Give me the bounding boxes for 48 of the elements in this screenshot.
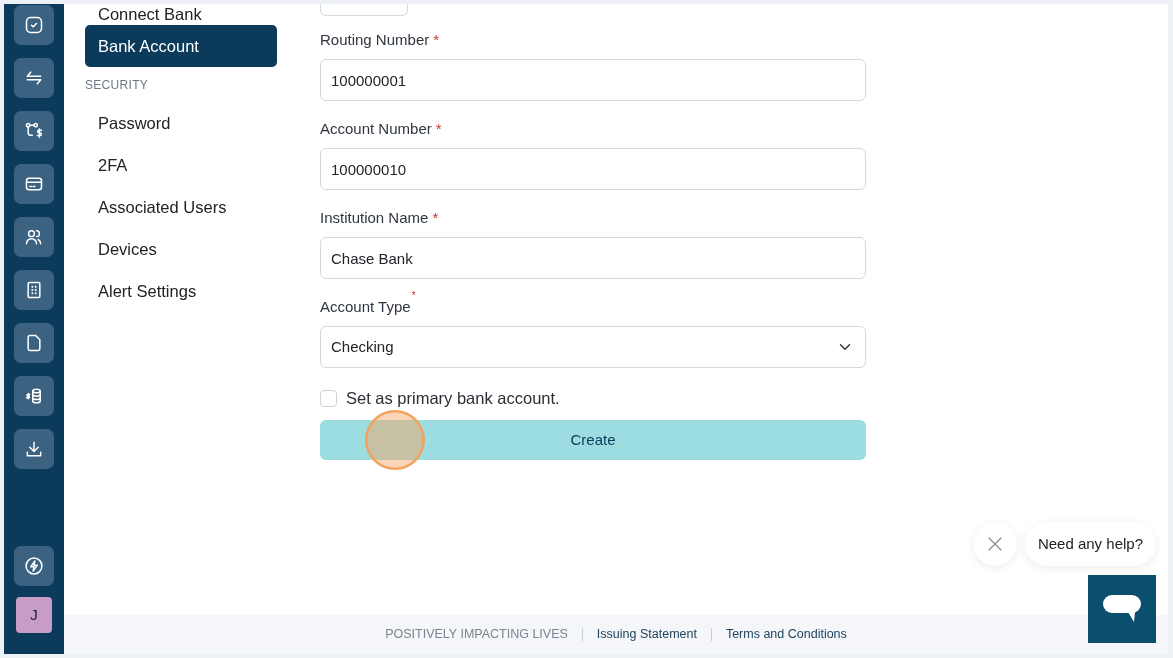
text-input[interactable]: Chase Bank xyxy=(320,237,866,279)
settings-nav-item[interactable]: 2FA xyxy=(85,144,277,186)
card-icon xyxy=(24,174,44,194)
footer-link[interactable]: Issuing Statement xyxy=(596,625,697,644)
sidebar-button[interactable] xyxy=(14,270,54,310)
dollar-branch-icon xyxy=(24,121,44,141)
check-square-icon xyxy=(24,15,44,35)
swap-arrows-icon xyxy=(24,68,44,88)
sidebar-button[interactable] xyxy=(14,5,54,45)
field-label: Account Number * xyxy=(320,119,442,139)
sidebar-button[interactable] xyxy=(14,111,54,151)
settings-nav-item[interactable]: Bank Account xyxy=(85,25,277,67)
dropdown[interactable]: Checking xyxy=(320,326,866,368)
settings-nav-item[interactable]: Password xyxy=(85,102,277,144)
user-avatar[interactable]: J xyxy=(16,597,52,633)
click-highlight-icon xyxy=(365,410,425,470)
building-icon xyxy=(24,280,44,300)
coin-stack-icon xyxy=(24,386,44,406)
field-label: Routing Number * xyxy=(320,30,440,50)
sidebar-button[interactable] xyxy=(14,546,54,586)
settings-nav-item[interactable]: Associated Users xyxy=(85,186,277,228)
input-field[interactable] xyxy=(320,4,408,16)
settings-nav-item[interactable]: Devices xyxy=(85,228,277,270)
download-icon xyxy=(24,439,44,459)
text-input[interactable]: 100000001 xyxy=(320,59,866,101)
sidebar-button[interactable] xyxy=(14,429,54,469)
users-icon xyxy=(24,227,44,247)
checkbox-label: Set as primary bank account. xyxy=(346,388,560,409)
sidebar-button[interactable] xyxy=(14,376,54,416)
checkbox[interactable] xyxy=(320,389,337,407)
section-heading: SECURITY xyxy=(85,77,150,94)
field-label: Institution Name * xyxy=(320,208,439,228)
close-icon xyxy=(987,537,1002,551)
settings-nav-item[interactable]: Connect Bank xyxy=(85,4,277,25)
create-button[interactable]: Create xyxy=(320,420,866,460)
settings-nav-item[interactable]: Alert Settings xyxy=(85,270,277,312)
footer-link[interactable]: Terms and Conditions xyxy=(725,625,847,644)
footer-tagline: POSITIVELY IMPACTING LIVES xyxy=(385,626,568,644)
document-icon xyxy=(24,333,44,353)
sidebar-button[interactable] xyxy=(14,323,54,363)
sidebar-button[interactable] xyxy=(14,164,54,204)
chat-bubble-icon xyxy=(1103,595,1141,623)
bolt-icon xyxy=(24,556,44,576)
text-input[interactable]: 100000010 xyxy=(320,148,866,190)
sidebar-button[interactable] xyxy=(14,58,54,98)
sidebar-button[interactable] xyxy=(14,217,54,257)
chat-button[interactable] xyxy=(1088,575,1156,643)
help-prompt[interactable]: Need any help? xyxy=(1024,522,1156,566)
